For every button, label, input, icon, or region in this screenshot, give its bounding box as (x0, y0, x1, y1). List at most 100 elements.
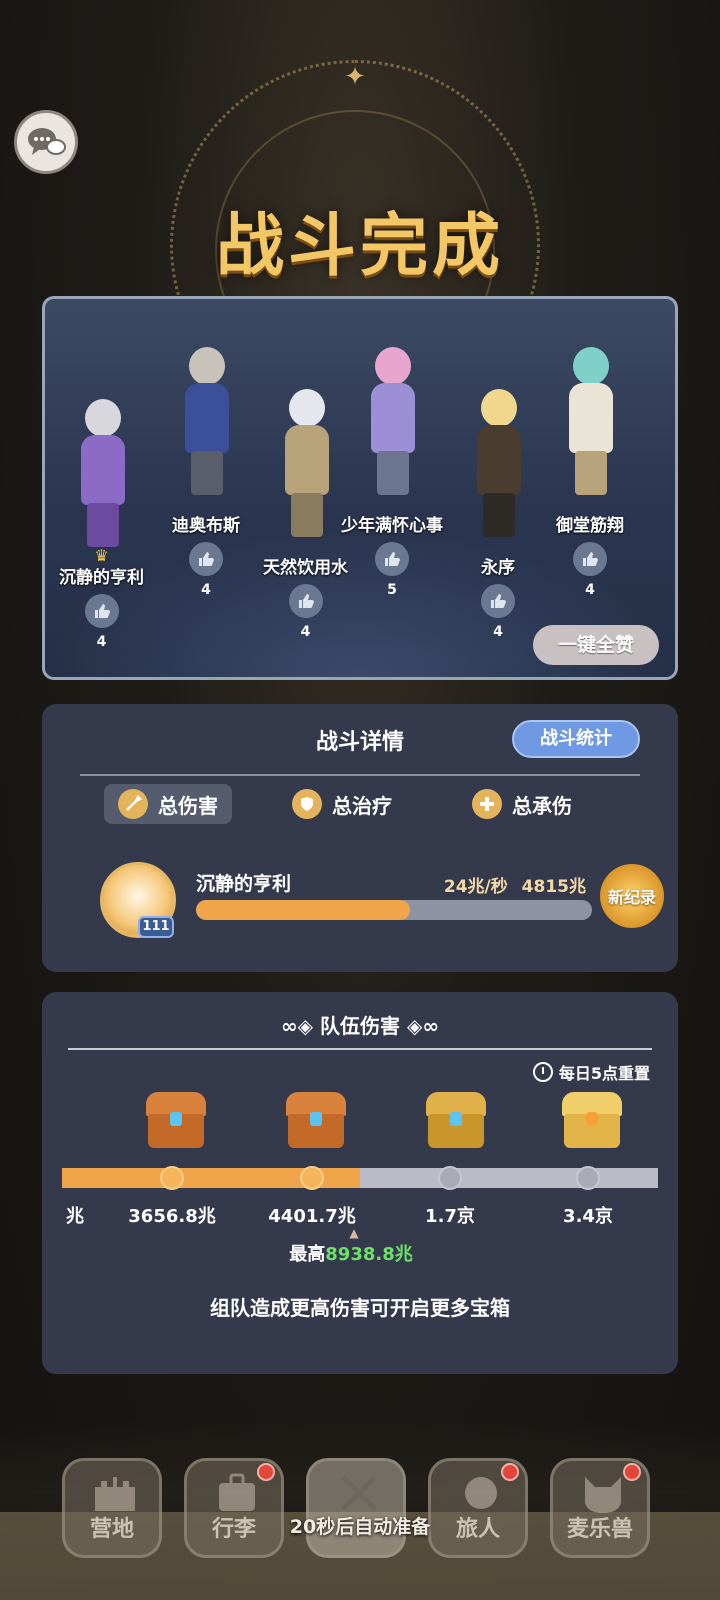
progress-node (438, 1166, 462, 1190)
hero-portrait (67, 399, 137, 549)
crossed-swords-icon (341, 1475, 377, 1511)
peak-value: 8938.8兆 (325, 1244, 413, 1265)
chat-bubbles-icon (28, 128, 66, 155)
like-count: 4 (585, 582, 595, 598)
thumbs-up-icon (491, 594, 506, 608)
tab-total-damage-taken[interactable]: 总承伤 (458, 784, 586, 824)
tab-label: 总治疗 (332, 793, 392, 818)
threshold-label: 3.4京 (563, 1206, 613, 1227)
like-count: 4 (96, 634, 107, 650)
total-damage-value: 4815兆 (521, 877, 586, 897)
hero-name: 御堂筋翔 (556, 516, 624, 536)
treasure-chest-1[interactable] (146, 1092, 206, 1148)
tab-label: 总伤害 (158, 793, 218, 818)
like-all-button[interactable]: 一键全赞 (533, 625, 659, 665)
thumbs-up-icon (94, 604, 110, 618)
nav-item-pets[interactable]: 麦乐兽 (550, 1458, 650, 1558)
like-count: 4 (201, 582, 211, 598)
new-record-badge: 新纪录 (600, 864, 664, 928)
hero-name: 永序 (481, 558, 515, 578)
hero-card: 永序 4 (463, 389, 533, 640)
peak-damage: 最高8938.8兆 (42, 1240, 660, 1266)
damage-bar-fill (196, 900, 410, 920)
shield-icon (292, 789, 322, 819)
battle-stats-button[interactable]: 战斗统计 (512, 720, 640, 758)
luggage-icon (219, 1473, 255, 1511)
team-damage-progress (62, 1168, 658, 1188)
hero-portrait (463, 389, 533, 539)
hero-card: 少年满怀心事 5 (341, 347, 443, 598)
tab-total-healing[interactable]: 总治疗 (278, 784, 406, 824)
castle-icon (95, 1477, 135, 1511)
star-ornament-icon: ✦ (344, 62, 366, 92)
hero-portrait (171, 347, 241, 497)
like-button[interactable] (189, 542, 223, 576)
chat-button[interactable] (14, 110, 78, 174)
like-count: 4 (493, 624, 503, 640)
auto-ready-countdown: 20秒后自动准备 (289, 1516, 431, 1538)
like-button[interactable] (375, 542, 409, 576)
reset-note: 每日5点重置 (532, 1060, 650, 1084)
like-count: 5 (387, 582, 397, 598)
damage-bar (196, 900, 592, 920)
hero-name: 迪奥布斯 (172, 516, 240, 536)
battle-details-card: 战斗详情 战斗统计 总伤害 总治疗 总承伤 111 沉静的亨利 24兆/秒 48… (42, 704, 678, 972)
team-damage-card: ∞◈ 队伍伤害 ◈∞ 每日5点重置 兆 3656.8兆 4401.7兆 1.7京… (42, 992, 678, 1374)
battle-complete-title: 战斗完成 (215, 207, 504, 286)
hero-portrait (271, 389, 341, 539)
team-damage-tip: 组队造成更高伤害可开启更多宝箱 (210, 1296, 510, 1320)
like-button[interactable] (481, 584, 515, 618)
level-badge: 111 (138, 916, 174, 938)
team-panel: ♛ 沉静的亨利 4 迪奥布斯 4 天然饮用水 4 少年满怀心事 5 永序 4 御… (42, 296, 678, 680)
progress-node (300, 1166, 324, 1190)
damage-readout: 24兆/秒 4815兆 (444, 872, 586, 897)
player-name: 沉静的亨利 (196, 873, 292, 895)
progress-node (160, 1166, 184, 1190)
pet-face-icon (585, 1477, 621, 1513)
like-button[interactable] (573, 542, 607, 576)
mvp-crown-icon: ♛ (94, 546, 109, 565)
dps-value: 24兆/秒 (443, 877, 508, 897)
threshold-label: 4401.7兆 (268, 1206, 356, 1227)
hero-card: 御堂筋翔 4 (555, 347, 625, 598)
like-button[interactable] (84, 594, 119, 628)
treasure-chest-2[interactable] (286, 1092, 346, 1148)
nav-item-luggage[interactable]: 行李 (184, 1458, 284, 1558)
clock-icon (532, 1062, 553, 1082)
reset-note-text: 每日5点重置 (558, 1064, 650, 1083)
hero-card: ♛ 沉静的亨利 4 (59, 399, 144, 650)
thumbs-up-icon (298, 594, 314, 608)
peak-label: 最高 (289, 1244, 326, 1265)
plus-cross-icon (472, 789, 502, 819)
divider (68, 1048, 652, 1050)
nav-item-travelers[interactable]: 旅人 (428, 1458, 528, 1558)
thumbs-up-icon (583, 552, 598, 566)
hero-portrait (555, 347, 625, 497)
treasure-chest-4[interactable] (562, 1092, 622, 1148)
ornament-left-icon: ∞◈ (280, 1014, 320, 1038)
threshold-label: 3656.8兆 (128, 1206, 216, 1227)
threshold-label: 1.7京 (425, 1206, 475, 1227)
tab-label: 总承伤 (512, 793, 572, 818)
sword-icon (118, 789, 148, 819)
traveler-face-icon (465, 1477, 497, 1509)
nav-item-camp[interactable]: 营地 (62, 1458, 162, 1558)
hero-card: 天然饮用水 4 (263, 389, 348, 640)
divider (80, 774, 640, 776)
team-damage-title-text: 队伍伤害 (320, 1014, 400, 1038)
treasure-chest-3[interactable] (426, 1092, 486, 1148)
hero-portrait (357, 347, 427, 497)
nav-item-adventure[interactable] (306, 1458, 406, 1558)
hero-name: 沉静的亨利 (59, 568, 144, 588)
progress-node (576, 1166, 600, 1190)
threshold-label-clipped: 兆 (66, 1206, 84, 1227)
hero-name: 少年满怀心事 (341, 516, 443, 536)
ornament-right-icon: ◈∞ (400, 1014, 440, 1038)
thumbs-up-icon (199, 552, 214, 566)
hero-name: 天然饮用水 (263, 558, 348, 578)
peak-marker-icon: ▲ (349, 1226, 359, 1240)
hero-card: 迪奥布斯 4 (171, 347, 241, 598)
like-count: 4 (300, 624, 311, 640)
like-button[interactable] (288, 584, 323, 618)
tab-total-damage[interactable]: 总伤害 (104, 784, 232, 824)
